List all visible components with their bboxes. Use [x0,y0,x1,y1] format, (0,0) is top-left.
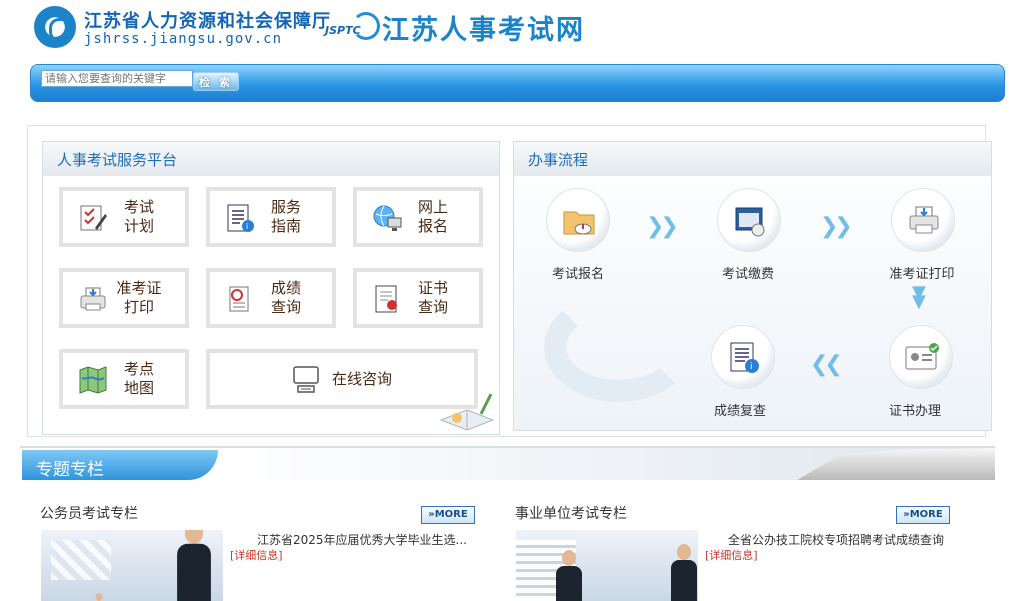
chevron-down-icon: ▼ ▼ [912,282,926,312]
tile-score-query[interactable]: 成绩 查询 [206,268,336,328]
svg-text:i: i [246,222,248,231]
step-label: 成绩复查 [713,404,766,419]
book-decoration-icon [797,448,995,480]
computer-icon [293,366,319,393]
more-button-civil-servant[interactable]: »MORE [421,506,475,524]
chevron-right-icon: ❯❯ [646,214,679,239]
certificate-icon [375,285,397,313]
service-platform-panel: 人事考试服务平台 考试 计划 i 服务 指南 网上 报名 准考证 打印 成绩 查… [42,141,500,435]
step-exam-registration[interactable] [546,188,610,252]
document-info-icon: i [730,342,759,373]
tile-label: 考点 [123,360,154,378]
tile-label: 网上 [417,198,448,216]
process-flow-panel: 办事流程 考试报名 ❯❯ 考试缴费 ❯❯ 准考证打印 ▼ ▼ 证书办理 ❮❮ i… [513,141,992,431]
folder-mouse-icon [563,211,595,235]
civil-servant-column-title[interactable]: 公务员考试专栏 [40,503,138,523]
step-score-review[interactable]: i [711,325,775,389]
civil-servant-detail-link[interactable]: [详细信息] [230,547,283,563]
score-sheet-icon [229,286,249,312]
step-label: 考试报名 [551,267,604,282]
more-label: MORE [909,509,943,520]
tile-service-guide[interactable]: i 服务 指南 [206,187,336,247]
tile-label: 指南 [270,217,301,235]
step-label: 证书办理 [888,404,941,419]
background-swoosh [544,292,694,402]
step-admission-ticket-print[interactable] [891,188,955,252]
tile-label: 准考证 [116,279,162,297]
open-book-icon [439,393,495,431]
service-panel-title: 人事考试服务平台 [57,151,178,169]
public-institution-column-title[interactable]: 事业单位考试专栏 [515,503,627,523]
dept-name[interactable]: 江苏省人力资源和社会保障厅 [84,7,331,33]
printer-icon [80,287,106,311]
tile-certificate-query[interactable]: 证书 查询 [353,268,483,328]
search-bar: 检 索 [30,64,1005,102]
tile-label: 服务 [270,198,301,216]
person-figure-icon [671,544,697,601]
more-label: MORE [434,509,468,520]
step-certificate-processing[interactable] [889,325,953,389]
tile-online-registration[interactable]: 网上 报名 [353,187,483,247]
tile-label: 证书 [417,279,448,297]
tile-online-consultation[interactable]: 在线咨询 [206,349,478,409]
tile-label: 考试 [123,198,154,216]
step-exam-payment[interactable] [717,188,781,252]
id-card-icon [905,343,939,370]
tile-admission-ticket-print[interactable]: 准考证 打印 [59,268,189,328]
tile-label: 查询 [270,298,301,316]
tile-exam-site-map[interactable]: 考点 地图 [59,349,189,409]
special-topics-title: 专题专栏 [36,460,104,480]
banner-tab: 专题专栏 [22,450,218,480]
public-institution-detail-link[interactable]: [详细信息] [705,547,758,563]
site-name[interactable]: 江苏人事考试网 [382,8,585,47]
exam-plan-icon [80,205,107,231]
person-figure-icon [177,530,211,601]
hrss-logo-icon[interactable] [34,6,76,48]
tile-label: 成绩 [270,279,301,297]
paper-shapes-decoration [51,540,111,580]
civil-servant-news-title[interactable]: 江苏省2025年应届优秀大学毕业生选... [257,531,467,548]
jsptc-swirl-icon [352,12,380,40]
map-icon [79,366,107,394]
public-institution-news-image[interactable] [516,530,698,601]
flow-panel-header: 办事流程 [514,142,991,176]
step-label: 准考证打印 [889,267,955,282]
tile-label: 在线咨询 [332,370,393,388]
payment-window-icon [735,207,765,237]
svg-text:i: i [750,362,753,372]
tile-label: 报名 [417,217,448,235]
person-figure-icon [556,550,582,601]
tile-label: 打印 [123,298,154,316]
service-panel-header: 人事考试服务平台 [43,142,499,176]
chevron-right-icon: ❯❯ [820,214,853,239]
special-topics-banner: 专题专栏 [20,446,995,480]
more-button-public-institution[interactable]: »MORE [896,506,950,524]
tile-label: 查询 [417,298,448,316]
step-label: 考试缴费 [721,267,774,282]
tile-label: 计划 [123,217,154,235]
person-figure-icon [93,593,106,601]
chevron-left-icon: ❮❮ [810,352,843,377]
globe-computer-icon [373,205,402,231]
service-guide-icon: i [227,204,254,232]
site-header: 江苏省人力资源和社会保障厅 jshrss.jiangsu.gov.cn JSPT… [0,0,1018,58]
tile-label: 地图 [123,379,154,397]
flow-panel-title: 办事流程 [528,151,589,169]
tile-exam-plan[interactable]: 考试 计划 [59,187,189,247]
printer-icon [909,206,939,234]
dept-url[interactable]: jshrss.jiangsu.gov.cn [84,31,282,47]
search-input[interactable] [41,70,193,87]
search-button[interactable]: 检 索 [193,72,239,91]
public-institution-news-title[interactable]: 全省公办技工院校专项招聘考试成绩查询 [728,531,944,548]
civil-servant-news-image[interactable] [41,530,223,601]
